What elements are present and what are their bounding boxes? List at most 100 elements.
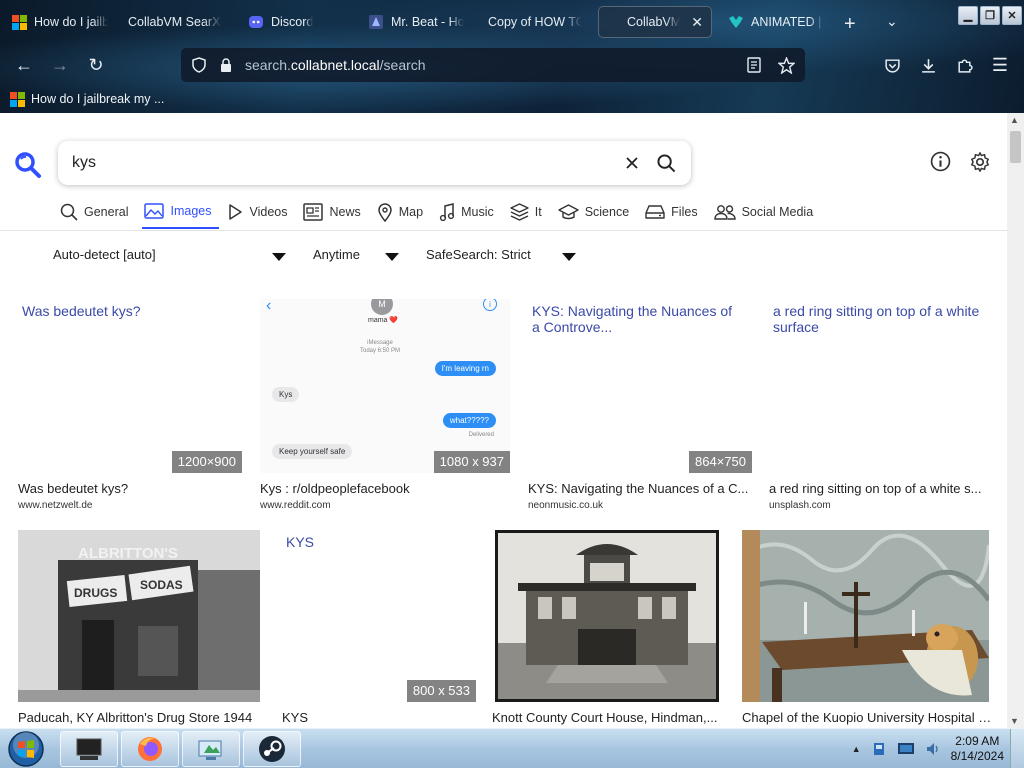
language-select[interactable]: Auto-detect [auto] — [53, 247, 287, 262]
tab-1[interactable]: CollabVM SearXN — [120, 6, 230, 38]
divider — [0, 230, 1007, 231]
tab-label: It — [534, 205, 542, 219]
scrollbar-thumb[interactable] — [1010, 131, 1021, 163]
info-icon[interactable] — [930, 151, 951, 172]
image-result[interactable]: a red ring sitting on top of a white sur… — [769, 299, 993, 515]
gear-icon[interactable] — [969, 151, 991, 173]
result-thumbnail[interactable] — [742, 530, 989, 702]
graduation-cap-icon — [557, 204, 579, 220]
computer-icon — [76, 738, 102, 760]
image-result[interactable]: Knott County Court House, Hindman,... — [492, 530, 722, 728]
result-thumbnail[interactable] — [495, 530, 719, 702]
close-window-icon[interactable]: ✕ — [1002, 6, 1022, 25]
result-thumbnail[interactable]: ‹ M mama ❤️ i iMessage Today 6:50 PM I'm… — [260, 299, 510, 473]
start-button[interactable] — [4, 730, 48, 768]
speaker-icon[interactable] — [925, 741, 941, 757]
tab-title: CollabVM S — [627, 15, 681, 29]
time-range-select[interactable]: Anytime — [313, 247, 401, 262]
bookmark-label: How do I jailbreak my ... — [31, 92, 165, 106]
taskbar-app[interactable] — [182, 731, 240, 767]
tab-3[interactable]: Mr. Beat - Ho — [360, 6, 472, 38]
tab-active[interactable]: CollabVM S ✕ — [598, 6, 712, 38]
image-result[interactable]: Was bedeutet kys? 1200×900 Was bedeutet … — [18, 299, 242, 515]
tab-science[interactable]: Science — [556, 201, 637, 229]
search-input[interactable] — [72, 154, 611, 172]
tab-4[interactable]: Copy of HOW TO — [480, 6, 590, 38]
clear-search-button[interactable] — [619, 150, 645, 176]
clock[interactable]: 2:09 AM 8/14/2024 — [951, 734, 1004, 764]
download-icon[interactable] — [916, 53, 940, 77]
searxng-logo-icon[interactable] — [14, 151, 42, 179]
result-title[interactable]: Paducah, KY Albritton's Drug Store 1944 — [18, 710, 260, 725]
searxng-page: General Images Videos News Map Music It — [0, 113, 1007, 728]
result-title[interactable]: Kys : r/oldpeoplefacebook — [260, 481, 510, 496]
tab-label: Music — [461, 205, 494, 219]
back-icon[interactable]: ← — [12, 53, 36, 77]
url-bar[interactable]: search.collabnet.local/search — [181, 48, 805, 82]
chat-contact: mama ❤️ — [368, 317, 399, 324]
search-submit-button[interactable] — [653, 150, 679, 176]
image-result[interactable]: ALBRITTON'S DRUGS SODAS Paducah, KY Albr… — [18, 530, 260, 728]
result-title[interactable]: Knott County Court House, Hindman,... — [492, 710, 720, 725]
network-icon[interactable] — [897, 741, 915, 757]
lock-icon[interactable] — [219, 57, 233, 73]
chevron-down-icon[interactable]: ⌄ — [886, 13, 898, 30]
tab-map[interactable]: Map — [375, 201, 431, 229]
result-title[interactable]: KYS — [282, 710, 476, 725]
tab-0[interactable]: How do I jailb — [4, 6, 116, 38]
result-title[interactable]: a red ring sitting on top of a white s..… — [769, 481, 989, 496]
tab-discord[interactable]: Discord — [240, 6, 350, 38]
shield-icon[interactable] — [191, 57, 207, 73]
result-thumbnail[interactable]: ALBRITTON'S DRUGS SODAS — [18, 530, 260, 702]
restore-icon[interactable]: ❐ — [980, 6, 1000, 25]
taskbar-vm-app[interactable] — [60, 731, 118, 767]
show-desktop-button[interactable] — [1010, 729, 1024, 768]
tab-videos[interactable]: Videos — [225, 201, 295, 229]
tab-news[interactable]: News — [301, 201, 368, 229]
tab-general[interactable]: General — [58, 201, 136, 229]
tab-music[interactable]: Music — [437, 201, 502, 229]
tray-expand-icon[interactable]: ▲ — [852, 744, 861, 754]
taskbar-firefox[interactable] — [121, 731, 179, 767]
image-result[interactable]: Chapel of the Kuopio University Hospital… — [742, 530, 994, 728]
minimize-icon[interactable]: ▁ — [958, 6, 978, 25]
close-tab-icon[interactable]: ✕ — [691, 14, 703, 31]
extensions-icon[interactable] — [952, 53, 976, 77]
taskbar-steam[interactable] — [243, 731, 301, 767]
drugstore-photo: ALBRITTON'S DRUGS SODAS — [18, 530, 260, 702]
result-title[interactable]: Chapel of the Kuopio University Hospital… — [742, 710, 994, 725]
tab-6[interactable]: ANIMATED | N — [720, 6, 832, 38]
tab-social-media[interactable]: Social Media — [712, 201, 822, 229]
pocket-icon[interactable] — [880, 53, 904, 77]
image-result[interactable]: ‹ M mama ❤️ i iMessage Today 6:50 PM I'm… — [260, 299, 510, 515]
tab-images[interactable]: Images — [142, 201, 220, 229]
discord-icon — [249, 16, 263, 28]
brand-icon — [729, 16, 743, 28]
image-result[interactable]: KYS 800 x 533 KYS — [282, 530, 476, 728]
menu-icon[interactable]: ☰ — [988, 53, 1012, 77]
tab-it[interactable]: It — [508, 201, 550, 229]
scroll-up-icon[interactable]: ▲ — [1010, 115, 1019, 125]
chapel-photo — [742, 530, 989, 702]
result-thumbnail[interactable]: KYS 800 x 533 — [282, 530, 476, 702]
search-box — [58, 141, 691, 185]
image-result[interactable]: KYS: Navigating the Nuances of a Controv… — [528, 299, 752, 515]
new-tab-icon[interactable]: + — [844, 13, 856, 36]
reload-icon[interactable]: ↻ — [84, 53, 108, 77]
scroll-down-icon[interactable]: ▼ — [1010, 716, 1019, 726]
safesearch-select[interactable]: SafeSearch: Strict — [426, 247, 578, 262]
page-scrollbar[interactable]: ▲ ▼ — [1007, 113, 1024, 728]
tab-files[interactable]: Files — [643, 201, 705, 229]
reader-view-icon[interactable] — [746, 56, 762, 73]
result-thumbnail[interactable]: Was bedeutet kys? 1200×900 — [18, 299, 242, 473]
result-title[interactable]: Was bedeutet kys? — [18, 481, 242, 496]
result-thumbnail[interactable]: KYS: Navigating the Nuances of a Controv… — [528, 299, 752, 473]
chat-bubble-in: Kys — [272, 387, 300, 402]
result-thumbnail[interactable]: a red ring sitting on top of a white sur… — [769, 299, 993, 473]
bookmark-item[interactable]: How do I jailbreak my ... — [10, 88, 164, 110]
result-title[interactable]: KYS: Navigating the Nuances of a C... — [528, 481, 752, 496]
forward-icon[interactable]: → — [48, 53, 72, 77]
tab-label: Videos — [249, 205, 288, 219]
device-icon[interactable] — [871, 741, 887, 757]
star-icon[interactable] — [778, 56, 795, 74]
